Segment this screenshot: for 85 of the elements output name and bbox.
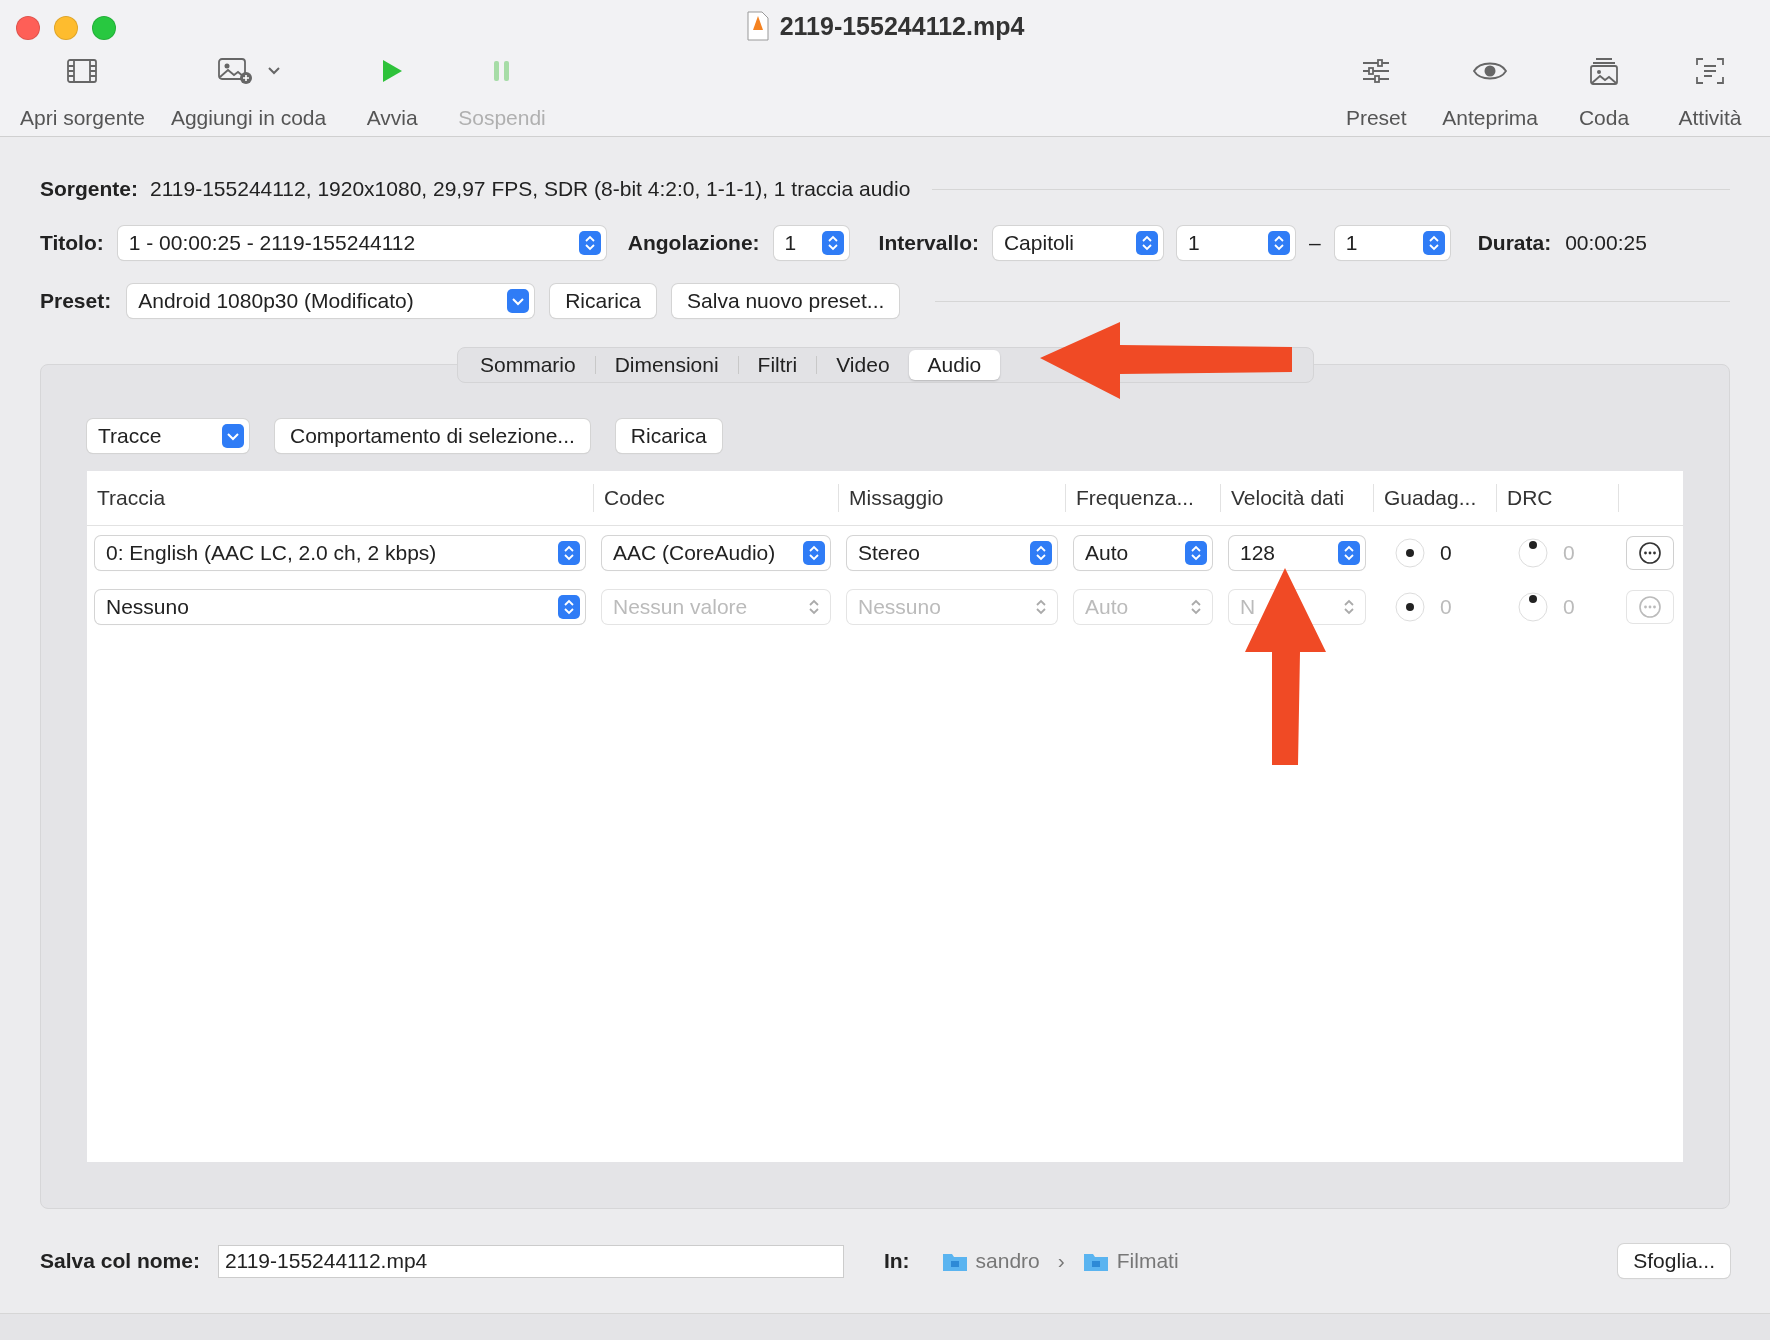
field-label: Durata: [1477, 231, 1552, 255]
toolbar-button[interactable]: Preset [1326, 52, 1427, 136]
toolbar-button[interactable]: Apri sorgente [10, 52, 155, 136]
column-header: Frequenza... [1066, 484, 1221, 512]
samplerate-select[interactable]: Auto [1074, 536, 1212, 570]
range-end-select[interactable]: 1 [1334, 226, 1450, 260]
reload-button[interactable]: Ricarica [615, 419, 722, 453]
field-label: Intervallo: [878, 231, 979, 255]
field-label: Titolo: [40, 231, 104, 255]
chevron-icon [222, 424, 244, 448]
toolbar-button[interactable]: Anteprima [1432, 52, 1548, 136]
column-header: Velocità dati [1221, 484, 1374, 512]
stepper-icon [1338, 541, 1360, 565]
title-select[interactable]: 1 - 00:00:25 - 2119-155244112 [117, 226, 606, 260]
window-title: 2119-155244112.mp4 [779, 11, 1025, 41]
knob-icon[interactable] [1517, 537, 1549, 569]
mixdown-select[interactable]: Stereo [847, 536, 1057, 570]
tracks-select[interactable]: Tracce [87, 419, 249, 453]
field-label: Angolazione: [627, 231, 760, 255]
range-separator: – [1308, 231, 1321, 255]
stepper-icon [803, 541, 825, 565]
codec-select[interactable]: AAC (CoreAudio) [602, 536, 830, 570]
caret-icon [266, 66, 281, 76]
browse-button[interactable]: Sfoglia... [1618, 1244, 1730, 1278]
stepper-icon [558, 541, 580, 565]
field-label: Sorgente: [40, 177, 138, 201]
column-header: Guadag... [1374, 484, 1497, 512]
tab[interactable]: Video [817, 350, 909, 380]
save-preset-button[interactable]: Salva nuovo preset... [672, 284, 900, 318]
stepper-icon [1185, 541, 1207, 565]
pause-icon [492, 59, 512, 83]
toolbar-button[interactable]: Aggiungi in coda [160, 52, 337, 136]
close-button[interactable] [16, 16, 40, 40]
track-select[interactable]: 0: English (AAC LC, 2.0 ch, 2 kbps) [95, 536, 585, 570]
duration-value: 00:00:25 [1565, 231, 1647, 255]
stepper-icon [578, 231, 601, 255]
more-icon [1638, 595, 1662, 619]
field-label: Salva col nome: [40, 1249, 200, 1273]
column-header: DRC [1497, 484, 1619, 512]
selection-behavior-button[interactable]: Comportamento di selezione... [275, 419, 590, 453]
column-header: Codec [594, 484, 839, 512]
toolbar-button[interactable]: Attività [1660, 52, 1760, 136]
path-item[interactable]: sandro [941, 1249, 1040, 1273]
drc-value: 0 [1563, 541, 1575, 565]
tab[interactable]: Filtri [738, 350, 817, 380]
tab[interactable]: Dimensioni [595, 350, 738, 380]
tab[interactable]: Sommario [461, 350, 595, 380]
film-icon [66, 58, 99, 84]
toolbar-button[interactable]: Coda [1554, 52, 1654, 136]
stepper-icon [1422, 231, 1445, 255]
field-label: In: [883, 1249, 910, 1273]
knob-icon[interactable] [1517, 591, 1549, 623]
chevron-icon [507, 289, 530, 313]
sliders-icon [1361, 58, 1392, 84]
more-icon [1638, 541, 1662, 565]
path-item[interactable]: Filmati [1082, 1249, 1179, 1273]
stepper-icon [1030, 541, 1052, 565]
source-info: 2119-155244112, 1920x1080, 29,97 FPS, SDR (8-bit 4:2:0, 1-1-1), 1 traccia audio [150, 177, 911, 201]
knob-icon[interactable] [1394, 591, 1426, 623]
range-start-select[interactable]: 1 [1176, 226, 1295, 260]
bitrate-select[interactable]: 128 [1229, 536, 1365, 570]
range-select[interactable]: Capitoli [992, 226, 1163, 260]
filename-field[interactable]: 2119-155244112.mp4 [217, 1244, 844, 1278]
stepper-icon [1267, 231, 1290, 255]
photo-stack-icon [1589, 56, 1619, 86]
preset-select[interactable]: Android 1080p30 (Modificato) [127, 284, 535, 318]
stepper-icon [558, 595, 580, 619]
stepper-icon [821, 231, 844, 255]
drc-value: 0 [1563, 595, 1575, 619]
angle-select[interactable]: 1 [773, 226, 849, 260]
path-separator: › [1057, 1249, 1065, 1273]
tab[interactable]: Audio [908, 350, 1001, 380]
stepper-icon [1135, 231, 1158, 255]
reload-button[interactable]: Ricarica [550, 284, 657, 318]
toolbar-button[interactable]: Avvia [342, 52, 443, 136]
image-add-icon [216, 57, 253, 85]
column-header: Traccia [87, 484, 594, 512]
document-icon [745, 11, 770, 41]
field-label: Preset: [40, 289, 112, 313]
list-frame-icon [1695, 57, 1725, 85]
options-button[interactable] [1627, 537, 1673, 569]
gain-value: 0 [1440, 595, 1452, 619]
column-header: Missaggio [839, 484, 1066, 512]
knob-icon[interactable] [1394, 537, 1426, 569]
gain-value: 0 [1440, 541, 1452, 565]
